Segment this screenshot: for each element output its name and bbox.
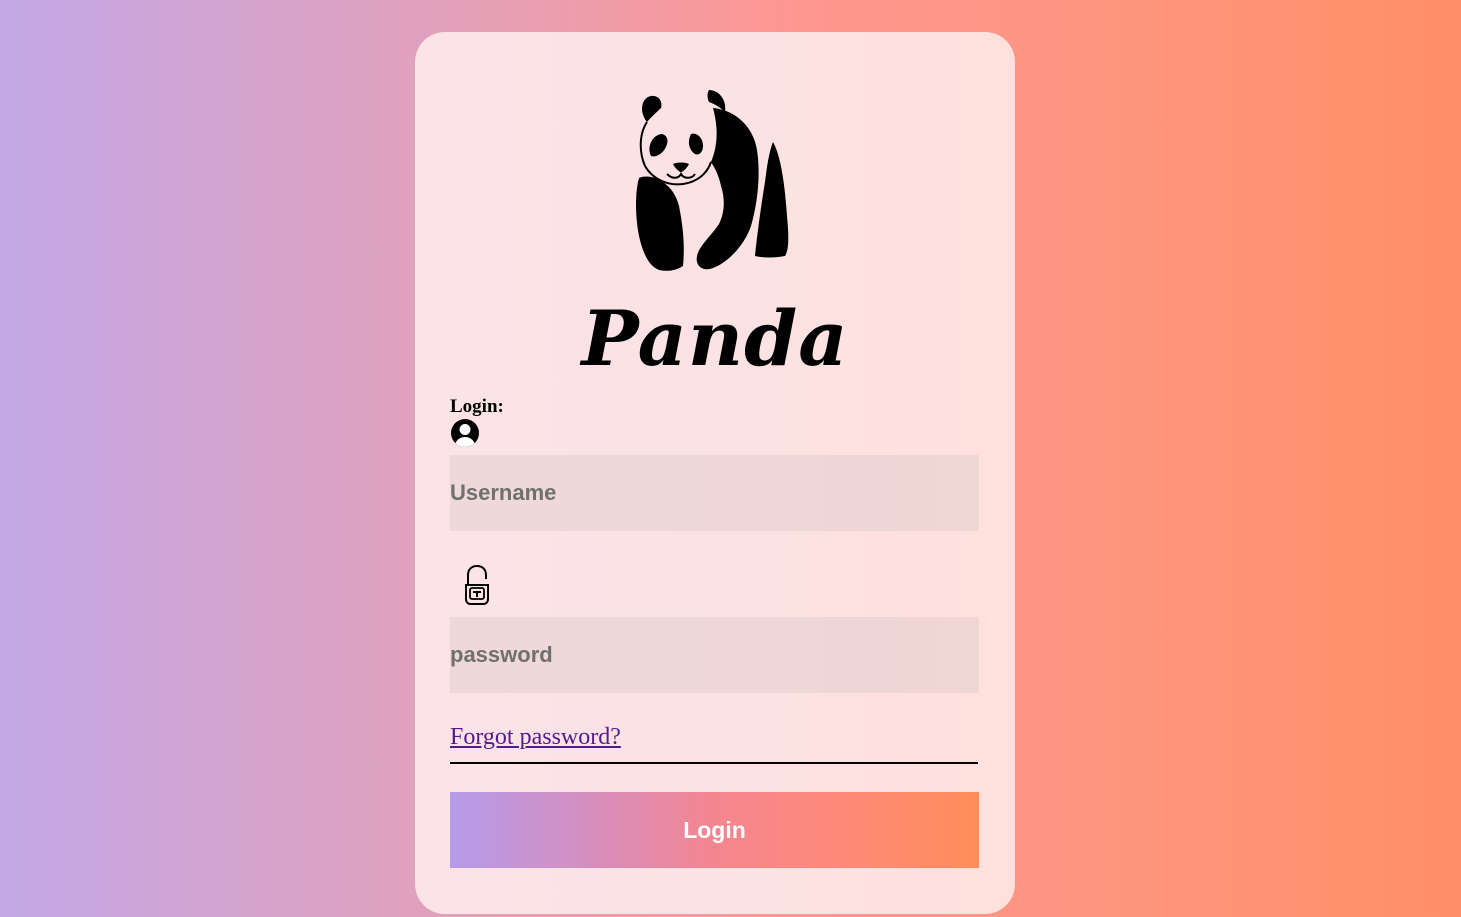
lock-icon (465, 565, 489, 605)
login-form: Login: Forgot password? Login (450, 396, 979, 868)
user-icon (451, 419, 479, 447)
divider (450, 762, 978, 764)
username-input[interactable] (450, 455, 979, 531)
brand-name: Panda (581, 294, 849, 383)
password-input[interactable] (450, 617, 979, 693)
login-card: Panda Login: Forgot password? Login (415, 32, 1015, 914)
login-button[interactable]: Login (450, 792, 979, 868)
form-title: Login: (450, 396, 504, 417)
forgot-password-link[interactable]: Forgot password? (450, 724, 979, 750)
panda-icon (636, 90, 789, 271)
